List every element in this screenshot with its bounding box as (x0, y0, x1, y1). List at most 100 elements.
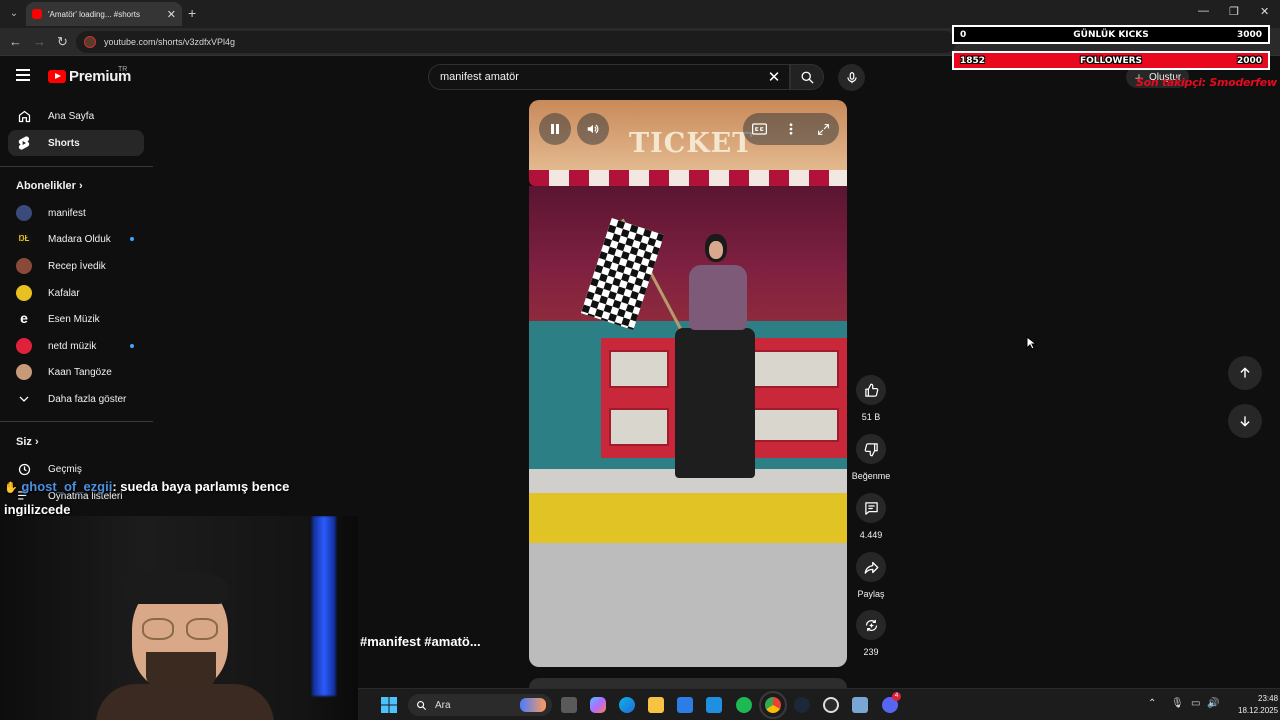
url-field[interactable]: youtube.com/shorts/v3zdfxVPl4g (76, 31, 956, 53)
sidebar-item-kafalar[interactable]: Kafalar (8, 280, 144, 306)
close-window-icon[interactable]: ✕ (1260, 5, 1269, 18)
back-arrow-icon[interactable]: ← (9, 34, 22, 49)
short-hashtags[interactable]: #manifest #amatö... (360, 634, 481, 649)
show-more-button[interactable]: Daha fazla göster (8, 386, 144, 412)
taskbar-clock[interactable]: 23:48 18.12.2025 (1238, 693, 1278, 717)
home-icon (16, 108, 32, 124)
discord-icon[interactable]: 4 (882, 692, 901, 713)
restore-window-icon[interactable]: ❐ (1229, 5, 1239, 18)
clear-search-icon[interactable]: ✕ (759, 68, 789, 86)
sidebar-item-label: Geçmiş (48, 463, 82, 475)
you-heading[interactable]: Siz › (16, 436, 39, 448)
comments-action[interactable]: 4.449 (848, 493, 894, 540)
sidebar-item-label: manifest (48, 207, 86, 219)
volume-button[interactable] (577, 113, 609, 145)
captions-button[interactable] (743, 113, 775, 145)
like-button[interactable] (856, 375, 886, 405)
browser-tab-active[interactable]: 'Amatör' loading... #shorts ✕ (26, 2, 182, 26)
task-view-icon[interactable] (561, 697, 577, 713)
sidebar-item-home[interactable]: Ana Sayfa (8, 103, 144, 129)
search-icon (801, 71, 814, 84)
next-short-button[interactable] (1228, 404, 1262, 438)
share-button[interactable] (856, 552, 886, 582)
dislike-action[interactable]: Beğenme (848, 434, 894, 481)
microsoft-store-icon[interactable] (677, 697, 693, 713)
voice-search-button[interactable] (838, 64, 865, 91)
country-code: TR (118, 66, 128, 73)
copilot-icon[interactable] (590, 697, 606, 713)
chevron-down-icon (16, 391, 32, 407)
arrow-down-icon (1240, 416, 1250, 427)
daily-kicks-goal-bar: 0 GÜNLÜK KICKS 3000 (952, 25, 1270, 44)
remix-icon (865, 619, 877, 631)
volume-icon[interactable]: 🔊 (1207, 698, 1219, 709)
mail-icon[interactable] (706, 697, 722, 713)
browser-tab-bar: ⌄ 'Amatör' loading... #shorts ✕ + — ❐ ✕ (0, 0, 1280, 28)
microphone-icon (846, 71, 857, 83)
guide-menu-icon[interactable] (16, 69, 30, 81)
minimize-window-icon[interactable]: — (1198, 5, 1209, 17)
sidebar-item-label: Kaan Tangöze (48, 366, 112, 378)
video-scene-prize-window (751, 350, 839, 388)
sidebar-item-recep-ivedik[interactable]: Recep İvedik (8, 253, 144, 279)
sidebar-item-kaan-tangoze[interactable]: Kaan Tangöze (8, 359, 144, 385)
share-action[interactable]: Paylaş (848, 552, 894, 599)
remix-action[interactable]: 239 (848, 610, 894, 657)
pause-button[interactable] (539, 113, 571, 145)
sidebar-item-madara-olduk[interactable]: ŊŁ Madara Olduk (8, 226, 144, 252)
like-action[interactable]: 51 B (848, 375, 894, 422)
channel-avatar (16, 258, 32, 274)
edge-icon[interactable] (619, 697, 635, 713)
search-input[interactable]: manifest amatör ✕ (428, 64, 790, 90)
sidebar-item-shorts[interactable]: Shorts (8, 130, 144, 156)
like-count: 51 B (861, 412, 881, 422)
tab-close-icon[interactable]: ✕ (167, 8, 176, 21)
captions-icon (751, 123, 767, 135)
arrow-up-icon (1240, 367, 1250, 378)
share-label: Paylaş (857, 589, 885, 599)
taskbar-search[interactable]: Ara (408, 694, 552, 716)
shorts-video-player[interactable]: TICKET (529, 100, 847, 667)
show-hidden-icons-icon[interactable]: ⌃ (1148, 698, 1156, 709)
sidebar-item-label: Shorts (48, 137, 80, 149)
daily-kicks-label: GÜNLÜK KICKS (1073, 29, 1149, 40)
reload-icon[interactable]: ↻ (57, 34, 68, 50)
shorts-icon (16, 135, 32, 151)
microphone-icon[interactable]: 🎙 (1171, 698, 1184, 709)
kick-goals-widget: 0 GÜNLÜK KICKS 3000 1852 FOLLOWERS 2000 (952, 25, 1270, 71)
site-info-icon[interactable] (84, 36, 96, 48)
fullscreen-button[interactable] (807, 113, 839, 145)
comments-button[interactable] (856, 493, 886, 523)
thumbs-down-icon (864, 442, 878, 456)
dislike-button[interactable] (856, 434, 886, 464)
chevron-right-icon: › (78, 180, 83, 192)
app-icon[interactable] (852, 697, 868, 713)
forward-arrow-icon[interactable]: → (33, 34, 46, 49)
new-tab-plus-icon[interactable]: + (188, 5, 196, 21)
previous-short-button[interactable] (1228, 356, 1262, 390)
tab-search-chevron-icon[interactable]: ⌄ (6, 6, 22, 22)
windows-start-icon[interactable] (381, 697, 397, 713)
video-scene-yellow-stripe (529, 493, 847, 543)
chat-username: ghost_of_ezgii (21, 479, 113, 494)
subscriptions-heading[interactable]: Abonelikler › (16, 180, 83, 192)
mouse-cursor-icon (1026, 335, 1038, 353)
steam-icon[interactable] (794, 697, 810, 713)
new-content-dot (130, 344, 134, 348)
search-button[interactable] (790, 64, 824, 90)
display-icon[interactable]: ▭ (1191, 698, 1200, 709)
obs-icon[interactable] (823, 697, 839, 713)
sidebar-item-manifest[interactable]: manifest (8, 200, 144, 226)
chrome-icon[interactable] (759, 691, 787, 719)
daily-kicks-goal: 3000 (1236, 29, 1262, 40)
video-scene-prize-window (609, 408, 669, 446)
spotify-icon[interactable] (736, 697, 752, 713)
file-explorer-icon[interactable] (648, 697, 664, 713)
sidebar-item-netd-muzik[interactable]: netd müzik (8, 333, 144, 359)
chat-message: ✋ ghost_of_ezgii: sueda baya parlamış be… (4, 476, 304, 520)
youtube-play-logo-icon (48, 70, 66, 83)
video-person-face (709, 241, 723, 259)
remix-button[interactable] (856, 610, 886, 640)
sidebar-item-esen-muzik[interactable]: e Esen Müzik (8, 306, 144, 332)
more-options-button[interactable] (775, 113, 807, 145)
